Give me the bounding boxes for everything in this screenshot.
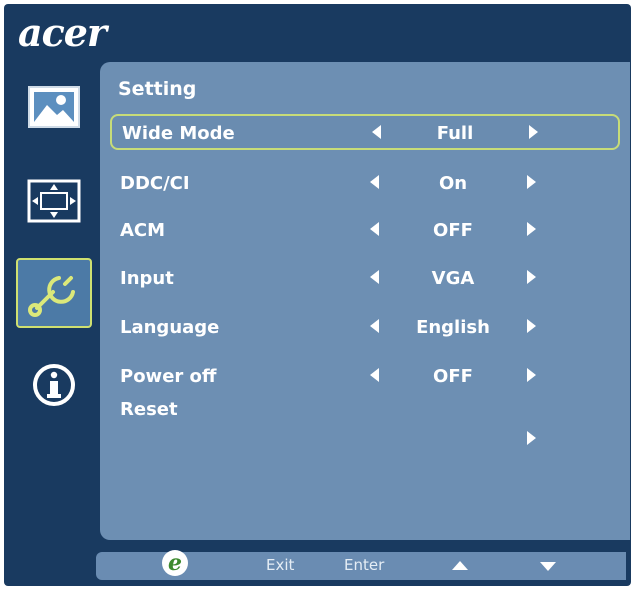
arrow-right-icon[interactable] <box>527 222 536 236</box>
row-label: Language <box>120 317 220 338</box>
menu-row-wide-mode[interactable]: Wide Mode Full <box>110 114 620 150</box>
menu-row-acm[interactable]: ACM OFF <box>110 213 620 249</box>
sidebar-item-information[interactable] <box>16 350 92 420</box>
row-label: Input <box>120 268 174 289</box>
wrench-icon <box>28 276 75 317</box>
enter-button[interactable]: Enter <box>344 556 384 574</box>
row-value: Full <box>436 123 474 144</box>
row-value: OFF <box>433 220 473 241</box>
osd-footer: e Exit Enter <box>96 550 626 580</box>
panel-title: Setting <box>118 78 197 100</box>
sidebar-item-setting[interactable] <box>16 258 92 328</box>
row-value: VGA <box>431 268 475 289</box>
row-label: Power off <box>120 366 217 387</box>
arrow-right-icon[interactable] <box>529 125 538 139</box>
row-value: OFF <box>433 366 473 387</box>
arrow-right-icon[interactable] <box>527 175 536 189</box>
position-icon <box>27 179 81 223</box>
info-icon <box>33 364 75 406</box>
row-label: DDC/CI <box>120 173 190 194</box>
arrow-left-icon[interactable] <box>372 125 381 139</box>
empowering-e-icon[interactable]: e <box>162 550 188 576</box>
acer-logo: acer <box>18 10 107 55</box>
picture-icon <box>28 86 80 128</box>
arrow-left-icon[interactable] <box>370 368 379 382</box>
reset-arrow-icon[interactable] <box>527 431 536 445</box>
reset-label[interactable]: Reset <box>120 399 178 420</box>
row-value: On <box>438 173 468 194</box>
up-arrow-icon[interactable] <box>452 561 468 570</box>
menu-row-power-off[interactable]: Power off OFF <box>110 359 620 395</box>
menu-row-ddc-ci[interactable]: DDC/CI On <box>110 166 620 202</box>
sidebar-item-position[interactable] <box>16 166 92 236</box>
row-label: Wide Mode <box>122 123 235 144</box>
arrow-left-icon[interactable] <box>370 270 379 284</box>
row-label: ACM <box>120 220 166 241</box>
osd-sidebar <box>12 62 100 542</box>
arrow-right-icon[interactable] <box>527 270 536 284</box>
arrow-left-icon[interactable] <box>370 175 379 189</box>
menu-row-language[interactable]: Language English <box>110 310 620 346</box>
arrow-right-icon[interactable] <box>527 368 536 382</box>
arrow-right-icon[interactable] <box>527 319 536 333</box>
row-value: English <box>416 317 490 338</box>
arrow-left-icon[interactable] <box>370 319 379 333</box>
arrow-left-icon[interactable] <box>370 222 379 236</box>
menu-row-input[interactable]: Input VGA <box>110 261 620 297</box>
exit-button[interactable]: Exit <box>266 556 294 574</box>
down-arrow-icon[interactable] <box>540 562 556 571</box>
sidebar-item-picture[interactable] <box>16 72 92 142</box>
